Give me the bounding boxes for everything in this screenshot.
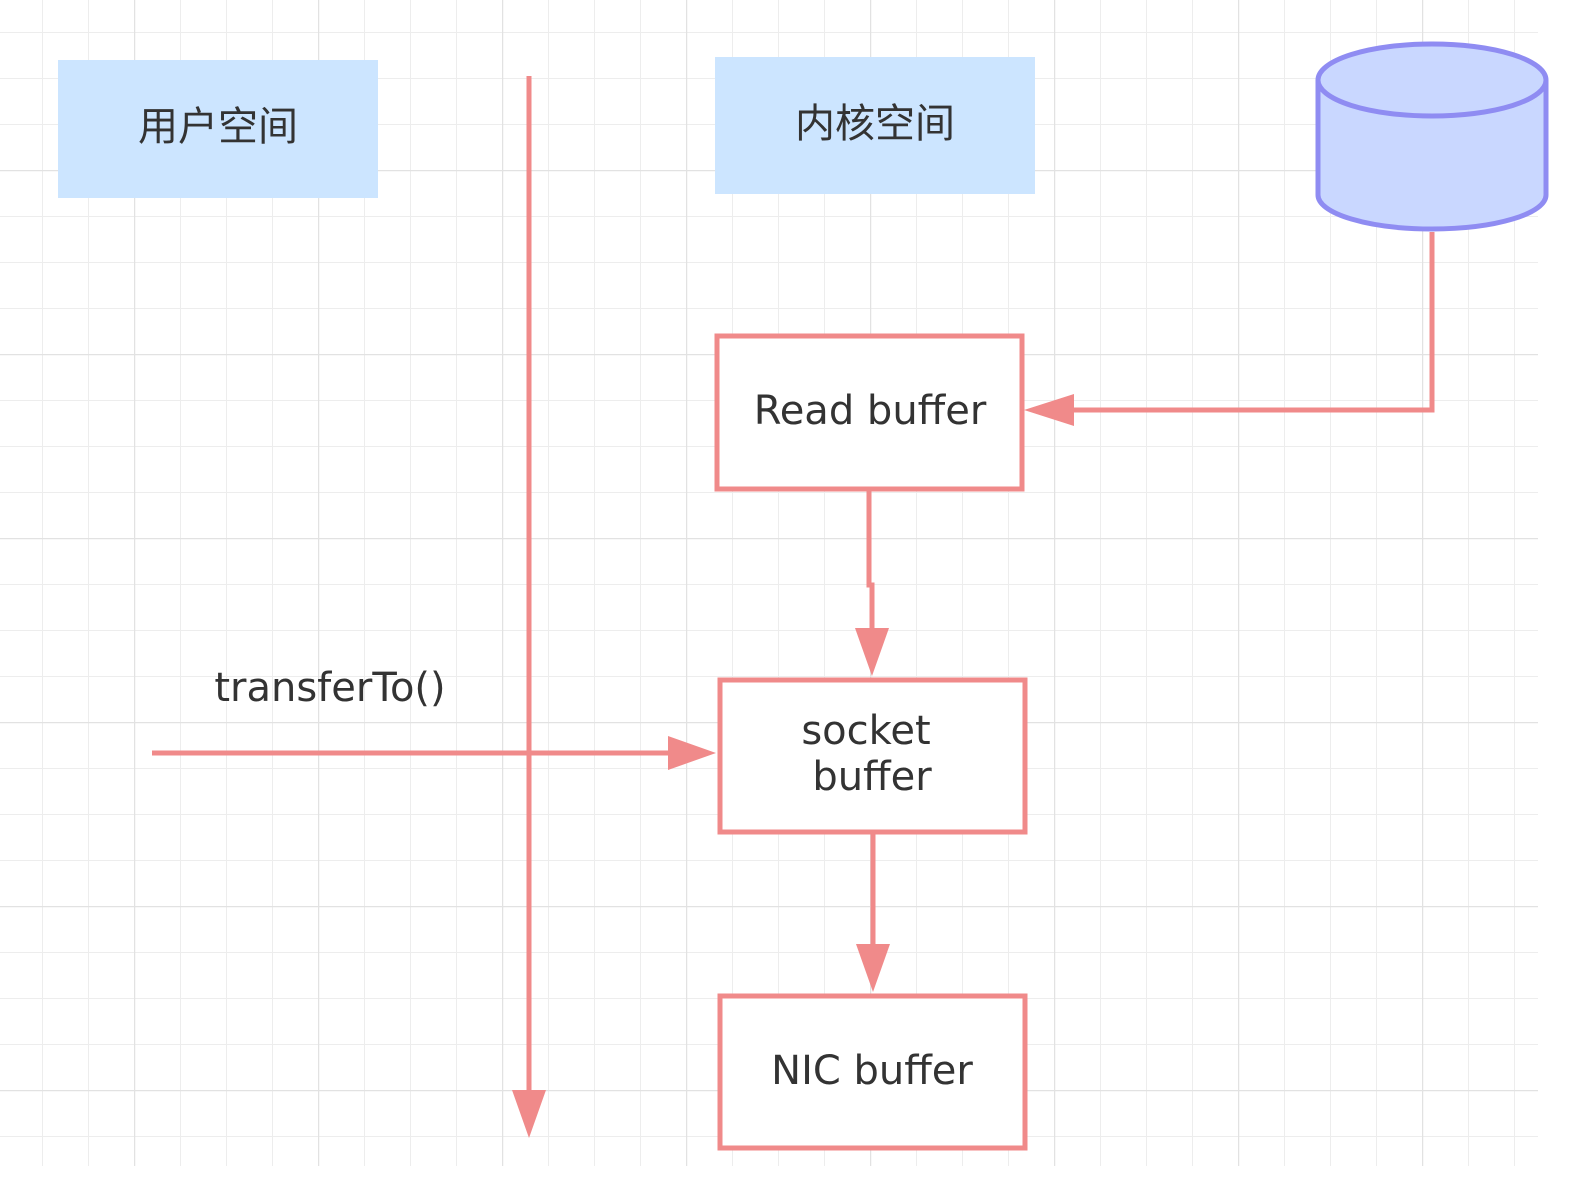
user-space-region[interactable]: 用户空间 xyxy=(58,60,378,198)
user-space-label: 用户空间 xyxy=(138,104,298,150)
kernel-space-region[interactable]: 内核空间 xyxy=(715,57,1035,194)
socket-buffer-label-line2: buffer xyxy=(812,754,932,800)
disk-top xyxy=(1315,41,1549,119)
transfer-to-label: transferTo() xyxy=(214,665,445,711)
read-buffer-node[interactable]: Read buffer xyxy=(714,333,1025,492)
socket-buffer-node[interactable]: socket buffer xyxy=(717,677,1028,835)
kernel-space-label: 内核空间 xyxy=(795,101,955,147)
nic-buffer-label: NIC buffer xyxy=(771,1048,973,1094)
diagram-canvas: 用户空间 内核空间 Read buffer transferTo() socke… xyxy=(0,0,1549,1166)
socket-buffer-label-line1: socket xyxy=(801,708,930,754)
nic-buffer-node[interactable]: NIC buffer xyxy=(717,993,1028,1151)
disk-icon[interactable] xyxy=(1315,41,1549,232)
read-buffer-label: Read buffer xyxy=(754,388,987,434)
